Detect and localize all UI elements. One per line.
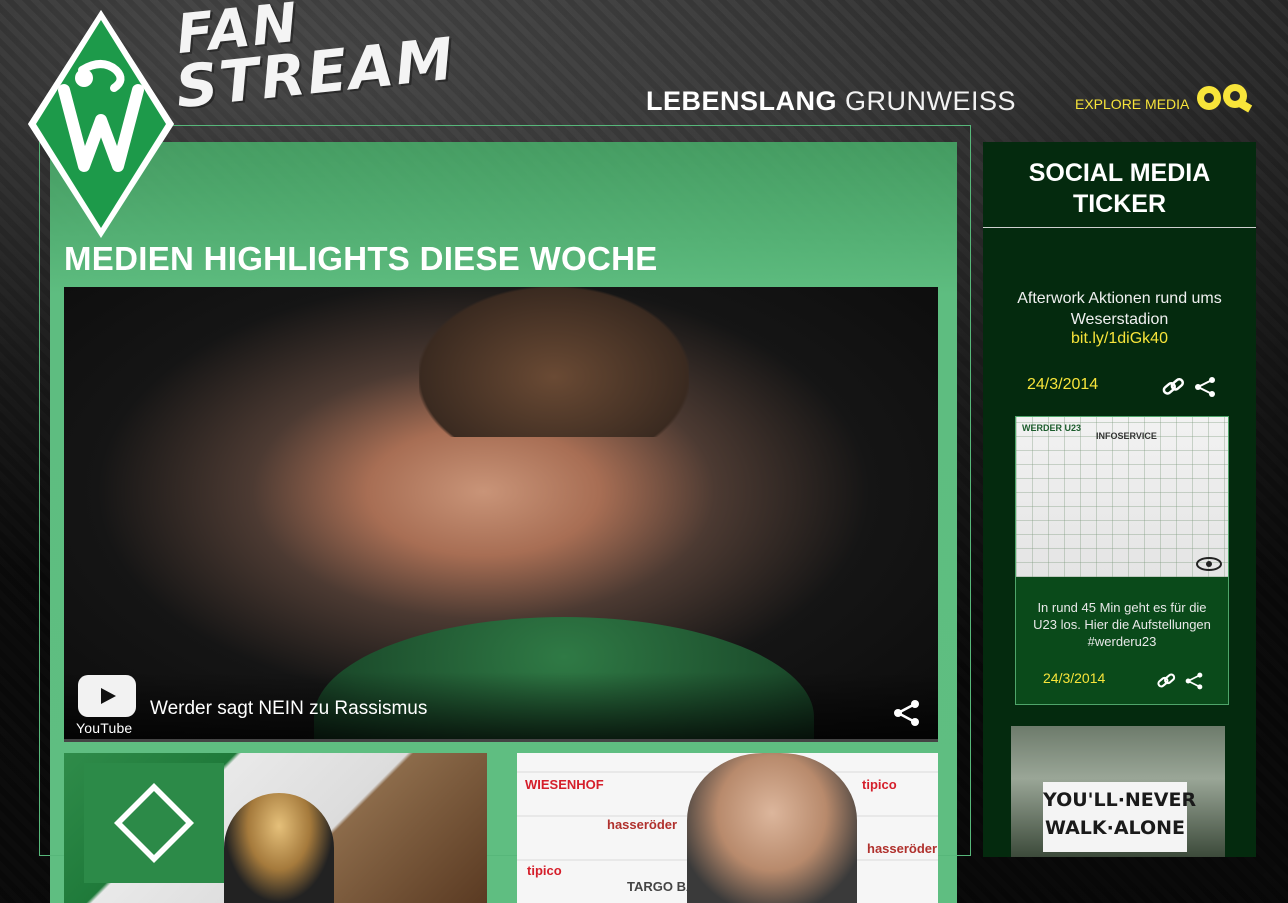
post-date: 24/3/2014 <box>1043 670 1106 686</box>
share-icon[interactable] <box>892 699 922 727</box>
view-eye-icon[interactable] <box>1196 557 1222 571</box>
social-media-ticker: SOCIAL MEDIA TICKER Afterwork Aktionen r… <box>983 142 1256 857</box>
ticker-post[interactable]: WERDER U23 INFOSERVICE In rund 45 Min ge… <box>1015 416 1229 705</box>
tagline: LEBENSLANG GRUNWEISS <box>646 86 1016 117</box>
post-link[interactable]: bit.ly/1diGk40 <box>983 330 1256 348</box>
post-text: Afterwork Aktionen rund ums Weserstadion <box>1017 290 1222 328</box>
explore-media-label: EXPLORE MEDIA <box>1075 96 1190 112</box>
person-figure <box>687 753 857 903</box>
tagline-bold: LEBENSLANG <box>646 86 838 116</box>
post-image[interactable]: WERDER U23 INFOSERVICE <box>1016 417 1228 577</box>
tagline-light: GRUNWEISS <box>845 86 1017 116</box>
post-image-header: WERDER U23 <box>1022 423 1082 433</box>
person-figure <box>224 793 334 903</box>
sidebar-title: SOCIAL MEDIA TICKER <box>983 142 1256 228</box>
ticker-post[interactable]: Afterwork Aktionen rund ums Weserstadion… <box>983 288 1256 397</box>
post-actions <box>1161 376 1217 398</box>
section-title: MEDIEN HIGHLIGHTS DIESE WOCHE <box>64 240 658 277</box>
werder-flag-icon <box>84 763 224 883</box>
sponsor-label: WIESENHOF <box>525 777 604 792</box>
ticker-post-image[interactable]: YOU'LL·NEVER WALK·ALONE <box>1011 726 1225 857</box>
video-title[interactable]: Werder sagt NEIN zu Rassismus <box>150 698 427 720</box>
video-progress-bar[interactable] <box>64 739 938 742</box>
media-thumbnail[interactable] <box>64 753 487 903</box>
banner-text: YOU'LL·NEVER WALK·ALONE <box>1043 782 1196 852</box>
explore-media-link[interactable]: EXPLORE MEDIA <box>1075 82 1253 114</box>
sponsor-label: hasseröder <box>867 841 938 856</box>
post-date: 24/3/2014 <box>1027 376 1099 393</box>
post-image-header2: INFOSERVICE <box>1096 431 1157 441</box>
link-icon[interactable] <box>1161 376 1185 398</box>
media-thumbnail[interactable]: WIESENHOF tipico hasseröder tipico TARGO… <box>517 753 938 903</box>
post-text: In rund 45 Min geht es für die U23 los. … <box>1033 600 1211 649</box>
video-frame-detail <box>419 287 689 437</box>
sponsor-label: hasseröder <box>607 817 678 832</box>
play-icon <box>78 675 136 717</box>
link-icon[interactable] <box>1156 671 1176 691</box>
youtube-logo-button[interactable]: YouTube <box>76 675 138 736</box>
share-icon[interactable] <box>1184 671 1204 691</box>
video-player[interactable]: YouTube Werder sagt NEIN zu Rassismus <box>64 287 938 742</box>
share-icon[interactable] <box>1193 376 1217 398</box>
werder-logo-overlay[interactable] <box>24 8 178 240</box>
sponsor-label: tipico <box>862 777 897 792</box>
youtube-label: YouTube <box>76 720 133 736</box>
post-actions <box>1156 671 1204 691</box>
sponsor-label: tipico <box>527 863 562 878</box>
explore-media-logo-icon <box>1197 84 1253 113</box>
